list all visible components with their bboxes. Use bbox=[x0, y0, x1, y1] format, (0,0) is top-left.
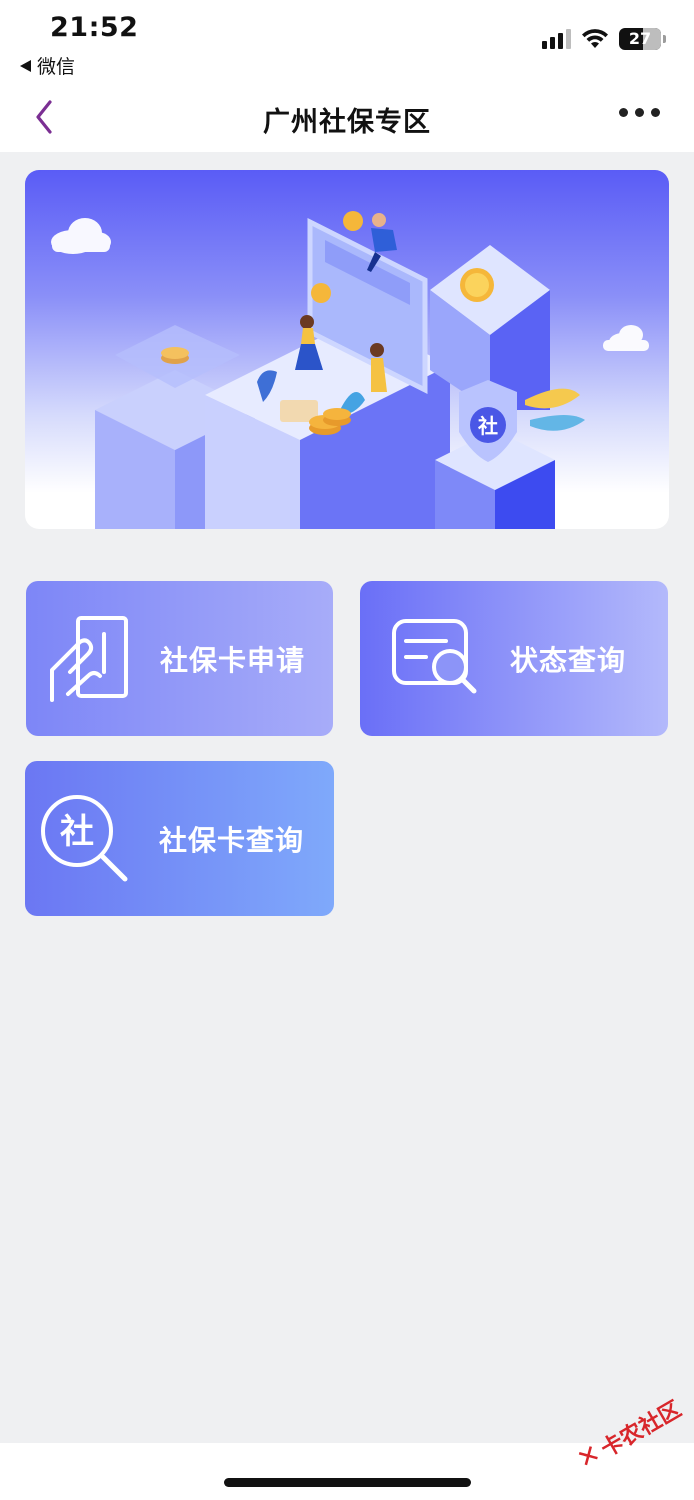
battery-icon: 27 bbox=[619, 28, 666, 50]
status-query-tile[interactable]: 状态查询 bbox=[360, 581, 668, 736]
banner-illustration: 社 bbox=[51, 211, 649, 529]
more-button[interactable] bbox=[619, 108, 660, 117]
page-title: 广州社保专区 bbox=[263, 107, 431, 138]
back-to-app-link[interactable]: 微信 bbox=[20, 52, 75, 79]
wifi-icon bbox=[582, 29, 608, 48]
banner[interactable]: 社 bbox=[25, 170, 669, 529]
social-card-query-label: 社保卡查询 bbox=[159, 823, 305, 857]
document-search-icon bbox=[392, 619, 477, 694]
back-app-label: 微信 bbox=[37, 56, 76, 78]
more-dots-icon bbox=[619, 108, 628, 117]
home-indicator[interactable] bbox=[224, 1478, 471, 1487]
status-query-label: 状态查询 bbox=[510, 643, 627, 677]
hand-card-icon bbox=[50, 616, 128, 702]
svg-text:社: 社 bbox=[60, 812, 94, 852]
top-bar: 21:52 微信 27 广州社保专区 bbox=[0, 0, 694, 152]
cellular-signal-icon bbox=[542, 29, 571, 49]
status-time: 21:52 bbox=[50, 12, 139, 43]
battery-level: 27 bbox=[628, 29, 652, 48]
social-card-apply-tile[interactable]: 社保卡申请 bbox=[26, 581, 333, 736]
social-card-apply-label: 社保卡申请 bbox=[160, 643, 306, 677]
she-magnifier-icon: 社 bbox=[41, 795, 128, 882]
social-card-query-tile[interactable]: 社 社保卡查询 bbox=[25, 761, 334, 916]
svg-text:社: 社 bbox=[477, 414, 498, 438]
status-icons: 27 bbox=[542, 28, 666, 50]
back-arrow-icon bbox=[20, 59, 31, 72]
